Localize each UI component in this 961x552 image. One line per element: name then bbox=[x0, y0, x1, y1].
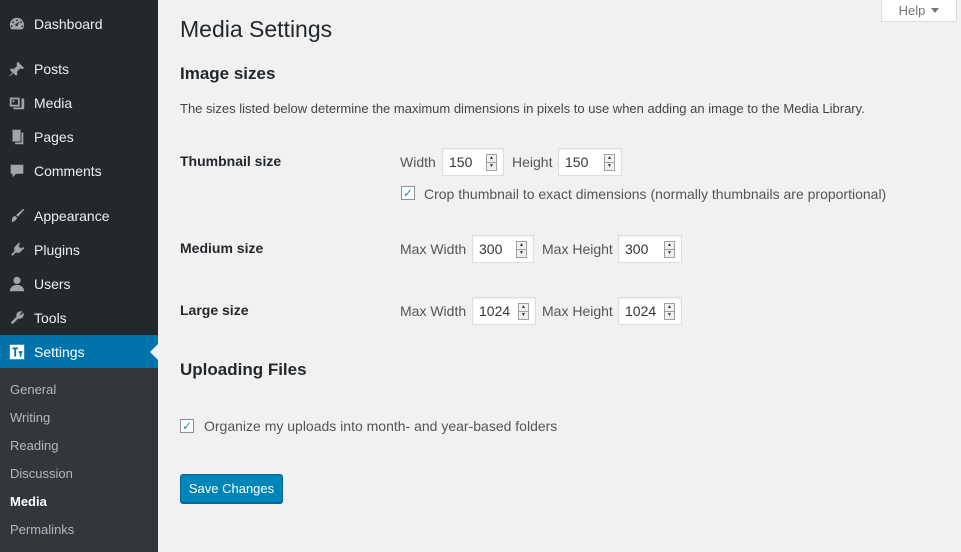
large-max-height-input[interactable]: 1024 ▲ ▼ bbox=[618, 297, 682, 325]
dashboard-icon bbox=[0, 7, 34, 41]
spinner-down-icon[interactable]: ▼ bbox=[665, 250, 674, 257]
input-value: 300 bbox=[625, 241, 649, 257]
submenu-item-general[interactable]: General bbox=[10, 380, 56, 400]
thumbnail-width-input[interactable]: 150 ▲ ▼ bbox=[442, 148, 504, 176]
large-max-width-input[interactable]: 1024 ▲ ▼ bbox=[472, 297, 536, 325]
sidebar-item-settings[interactable]: Settings bbox=[0, 335, 158, 369]
medium-max-height-input[interactable]: 300 ▲ ▼ bbox=[618, 235, 682, 263]
sidebar-item-label: Appearance bbox=[34, 208, 110, 224]
sidebar-item-media[interactable]: Media bbox=[0, 86, 158, 120]
large-max-height-label: Max Height bbox=[542, 303, 613, 319]
paintbrush-icon bbox=[0, 199, 34, 233]
spinner-up-icon[interactable]: ▲ bbox=[665, 242, 674, 250]
organize-uploads-label[interactable]: Organize my uploads into month- and year… bbox=[204, 418, 557, 434]
help-tab-button[interactable]: Help bbox=[881, 0, 957, 22]
spinner-down-icon[interactable]: ▼ bbox=[519, 312, 528, 319]
page-title: Media Settings bbox=[180, 16, 333, 42]
admin-sidebar: Dashboard Posts Media Pages Comments App… bbox=[0, 0, 158, 552]
pages-icon bbox=[0, 120, 34, 154]
spinner-buttons[interactable]: ▲ ▼ bbox=[604, 154, 615, 171]
crop-thumbnail-checkbox[interactable]: ✓ bbox=[401, 186, 415, 200]
sidebar-item-label: Media bbox=[34, 95, 73, 111]
spinner-up-icon[interactable]: ▲ bbox=[605, 155, 614, 163]
spinner-down-icon[interactable]: ▼ bbox=[605, 163, 614, 170]
submenu-item-discussion[interactable]: Discussion bbox=[10, 464, 73, 484]
caret-down-icon bbox=[931, 8, 940, 13]
help-label: Help bbox=[898, 3, 926, 18]
settings-icon bbox=[0, 335, 34, 369]
crop-thumbnail-label[interactable]: Crop thumbnail to exact dimensions (norm… bbox=[424, 186, 886, 202]
sidebar-item-appearance[interactable]: Appearance bbox=[0, 199, 158, 233]
sidebar-item-pages[interactable]: Pages bbox=[0, 120, 158, 154]
spinner-up-icon[interactable]: ▲ bbox=[517, 242, 526, 250]
sidebar-item-label: Comments bbox=[34, 163, 102, 179]
submenu-item-media[interactable]: Media bbox=[10, 492, 47, 512]
plugin-icon bbox=[0, 233, 34, 267]
spinner-buttons[interactable]: ▲ ▼ bbox=[516, 241, 527, 258]
spinner-buttons[interactable]: ▲ ▼ bbox=[518, 303, 529, 320]
thumbnail-size-label: Thumbnail size bbox=[180, 153, 282, 169]
sidebar-item-label: Pages bbox=[34, 129, 74, 145]
sidebar-item-label: Posts bbox=[34, 61, 70, 77]
spinner-up-icon[interactable]: ▲ bbox=[519, 304, 528, 312]
sidebar-item-posts[interactable]: Posts bbox=[0, 52, 158, 86]
sidebar-item-label: Plugins bbox=[34, 242, 80, 258]
sidebar-item-dashboard[interactable]: Dashboard bbox=[0, 7, 158, 41]
input-value: 150 bbox=[449, 154, 473, 170]
spinner-up-icon[interactable]: ▲ bbox=[665, 304, 674, 312]
sidebar-item-users[interactable]: Users bbox=[0, 267, 158, 301]
thumbnail-height-input[interactable]: 150 ▲ ▼ bbox=[558, 148, 622, 176]
save-changes-button[interactable]: Save Changes bbox=[180, 474, 283, 503]
large-size-label: Large size bbox=[180, 302, 249, 318]
spinner-buttons[interactable]: ▲ ▼ bbox=[664, 303, 675, 320]
wrench-icon bbox=[0, 301, 34, 335]
image-sizes-heading: Image sizes bbox=[180, 64, 276, 83]
sidebar-item-label: Dashboard bbox=[34, 16, 103, 32]
submenu-item-permalinks[interactable]: Permalinks bbox=[10, 520, 74, 540]
medium-max-width-input[interactable]: 300 ▲ ▼ bbox=[472, 235, 534, 263]
medium-max-width-label: Max Width bbox=[400, 241, 467, 257]
sidebar-item-label: Users bbox=[34, 276, 71, 292]
sidebar-item-comments[interactable]: Comments bbox=[0, 154, 158, 188]
media-icon bbox=[0, 86, 34, 120]
spinner-down-icon[interactable]: ▼ bbox=[665, 312, 674, 319]
medium-max-height-label: Max Height bbox=[542, 241, 613, 257]
spinner-down-icon[interactable]: ▼ bbox=[517, 250, 526, 257]
checkmark-icon: ✓ bbox=[402, 186, 414, 200]
spinner-up-icon[interactable]: ▲ bbox=[487, 155, 496, 163]
thumbnail-width-label: Width bbox=[400, 154, 436, 170]
input-value: 300 bbox=[479, 241, 503, 257]
settings-submenu: General Writing Reading Discussion Media… bbox=[0, 368, 158, 552]
input-value: 1024 bbox=[479, 303, 511, 319]
large-max-width-label: Max Width bbox=[400, 303, 467, 319]
organize-uploads-checkbox[interactable]: ✓ bbox=[180, 419, 194, 433]
spinner-buttons[interactable]: ▲ ▼ bbox=[664, 241, 675, 258]
submenu-item-writing[interactable]: Writing bbox=[10, 408, 50, 428]
submenu-item-reading[interactable]: Reading bbox=[10, 436, 58, 456]
sidebar-item-label: Settings bbox=[34, 344, 85, 360]
input-value: 1024 bbox=[625, 303, 657, 319]
spinner-down-icon[interactable]: ▼ bbox=[487, 163, 496, 170]
sidebar-item-plugins[interactable]: Plugins bbox=[0, 233, 158, 267]
thumbnail-height-label: Height bbox=[512, 154, 553, 170]
spinner-buttons[interactable]: ▲ ▼ bbox=[486, 154, 497, 171]
image-sizes-description: The sizes listed below determine the max… bbox=[180, 101, 865, 116]
input-value: 150 bbox=[565, 154, 589, 170]
sidebar-item-tools[interactable]: Tools bbox=[0, 301, 158, 335]
comment-icon bbox=[0, 154, 34, 188]
uploading-files-heading: Uploading Files bbox=[180, 360, 307, 379]
medium-size-label: Medium size bbox=[180, 240, 264, 256]
sidebar-item-label: Tools bbox=[34, 310, 67, 326]
checkmark-icon: ✓ bbox=[181, 419, 193, 433]
pushpin-icon bbox=[0, 52, 34, 86]
user-icon bbox=[0, 267, 34, 301]
